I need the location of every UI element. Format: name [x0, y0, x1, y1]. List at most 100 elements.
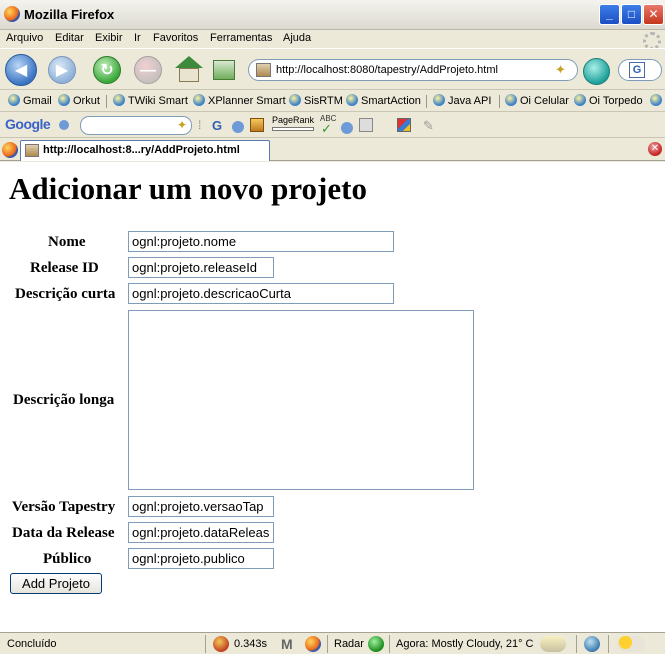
menu-arquivo[interactable]: Arquivo [6, 32, 43, 44]
google-search-icon: G [629, 62, 645, 78]
stop-button[interactable]: — [134, 56, 162, 84]
status-separator [205, 635, 206, 653]
status-bar: Concluído 0.343s M Radar Agora: Mostly C… [0, 632, 665, 654]
descricao-curta-input[interactable]: ognl:projeto.descricaoCurta [128, 283, 394, 304]
bookmark-icon [58, 94, 70, 106]
radar-label[interactable]: Radar [334, 638, 364, 650]
minimize-button[interactable]: _ [599, 4, 620, 25]
popup-blocker-icon[interactable] [397, 118, 411, 132]
versao-tapestry-input[interactable]: ognl:projeto.versaoTap [128, 496, 274, 517]
bookmark-sisrtm[interactable]: SisRTM [289, 94, 343, 107]
maximize-button[interactable]: □ [621, 4, 642, 25]
wand-icon[interactable]: ✦ [555, 62, 571, 78]
label-publico: Público [43, 551, 92, 567]
bookmark-xplanner-smart[interactable]: XPlanner Smart [193, 94, 286, 107]
home-button[interactable] [173, 56, 205, 84]
back-button[interactable]: ◀ [5, 54, 37, 86]
menu-favoritos[interactable]: Favoritos [153, 32, 198, 44]
release-id-input[interactable]: ognl:projeto.releaseId [128, 257, 274, 278]
spellcheck-button[interactable]: ABC ✓ [320, 114, 336, 136]
search-box[interactable]: G [618, 59, 662, 81]
partly-cloudy-icon[interactable] [617, 636, 645, 652]
highlight-icon[interactable]: ✎ [423, 118, 437, 133]
toolbar-grip-icon: ⁞ [198, 118, 202, 132]
google-search-input[interactable]: ✦ [80, 116, 192, 135]
menu-ir[interactable]: Ir [134, 32, 141, 44]
menu-exibir[interactable]: Exibir [95, 32, 123, 44]
forward-arrow-icon: ▶ [55, 62, 69, 79]
publico-input[interactable]: ognl:projeto.publico [128, 548, 274, 569]
nome-input[interactable]: ognl:projeto.nome [128, 231, 394, 252]
menu-editar[interactable]: Editar [55, 32, 84, 44]
add-projeto-button[interactable]: Add Projeto [10, 573, 102, 594]
google-logo[interactable]: Google [5, 116, 51, 132]
label-versao-tapestry: Versão Tapestry [12, 499, 116, 515]
page-load-time: 0.343s [234, 638, 268, 650]
navigation-toolbar: ◀ ▶ ↻ — http://localhost:8080/tapestry/A… [0, 48, 665, 90]
bookmark-orkut[interactable]: Orkut [58, 94, 100, 107]
radar-icon[interactable] [368, 636, 384, 652]
bookmark-icon [8, 94, 20, 106]
search-options-icon[interactable] [232, 121, 244, 133]
firefox-status-icon[interactable] [305, 636, 321, 652]
mail-icon[interactable]: M [281, 636, 297, 652]
bookmark-separator [499, 95, 500, 108]
bookmark-twiki-smart[interactable]: TWiki Smart [113, 94, 188, 107]
page-title: Adicionar um novo projeto [9, 171, 367, 206]
bookmark-smartaction[interactable]: SmartAction [346, 94, 421, 107]
page-content: Adicionar um novo projeto Nome ognl:proj… [0, 162, 665, 632]
status-separator [327, 635, 328, 653]
weather-text[interactable]: Agora: Mostly Cloudy, 21° C [396, 638, 533, 650]
close-window-button[interactable]: ✕ [643, 4, 664, 25]
bookmark-oi-celular[interactable]: Oi Celular [505, 94, 569, 107]
bookmark-icon [346, 94, 358, 106]
tab-addprojeto[interactable]: http://localhost:8...ry/AddProjeto.html [20, 140, 270, 161]
data-release-input[interactable]: ognl:projeto.dataReleas [128, 522, 274, 543]
cloudy-weather-icon[interactable] [540, 636, 566, 652]
page-action-icon[interactable] [213, 60, 235, 80]
status-text: Concluído [7, 638, 57, 650]
stop-icon: — [140, 62, 156, 79]
label-descricao-longa: Descrição longa [13, 392, 115, 408]
bookmark-icon [505, 94, 517, 106]
descricao-longa-textarea[interactable] [128, 310, 474, 490]
label-nome: Nome [48, 234, 86, 250]
firefox-tab-icon[interactable] [2, 142, 18, 158]
rss-icon[interactable] [359, 118, 373, 132]
pagerank-indicator[interactable]: PageRank [272, 115, 314, 131]
google-toolbar: Google ✦ ⁞ G PageRank ABC ✓ ✎ [0, 113, 665, 138]
spellcheck-options-icon[interactable] [341, 122, 353, 134]
bookmark-icon [113, 94, 125, 106]
label-descricao-curta: Descrição curta [15, 286, 116, 302]
label-release-id: Release ID [30, 260, 99, 276]
forecast-icon[interactable] [584, 636, 600, 652]
bookmark-java-api[interactable]: Java API [433, 94, 491, 107]
tab-favicon-icon [25, 144, 39, 157]
news-icon[interactable] [250, 118, 264, 132]
bookmark-oi-torpedo[interactable]: Oi Torpedo [574, 94, 643, 107]
google-search-button-icon[interactable]: G [212, 118, 226, 133]
close-tab-icon[interactable]: ✕ [648, 142, 662, 156]
reload-button[interactable]: ↻ [93, 56, 121, 84]
tab-label: http://localhost:8...ry/AddProjeto.html [43, 144, 240, 156]
status-separator [608, 635, 609, 653]
address-bar[interactable]: http://localhost:8080/tapestry/AddProjet… [248, 59, 578, 81]
status-separator [576, 635, 577, 653]
forward-button[interactable]: ▶ [48, 56, 76, 84]
window-title-bar: Mozilla Firefox _ □ ✕ [0, 0, 665, 30]
bookmark-separator [426, 95, 427, 108]
bookmark-icon [433, 94, 445, 106]
menu-ajuda[interactable]: Ajuda [283, 32, 311, 44]
reload-icon: ↻ [100, 62, 114, 79]
go-button[interactable] [583, 58, 610, 85]
back-arrow-icon: ◀ [14, 62, 28, 79]
menu-ferramentas[interactable]: Ferramentas [210, 32, 272, 44]
bookmarks-overflow-icon[interactable] [650, 94, 665, 107]
google-menu-dropdown-icon[interactable] [59, 120, 69, 130]
bookmark-gmail[interactable]: Gmail [8, 94, 52, 107]
firebug-icon[interactable] [213, 636, 229, 652]
address-url[interactable]: http://localhost:8080/tapestry/AddProjet… [276, 64, 498, 76]
site-favicon-icon [256, 63, 271, 77]
label-data-release: Data da Release [12, 525, 115, 541]
bookmark-icon [193, 94, 205, 106]
